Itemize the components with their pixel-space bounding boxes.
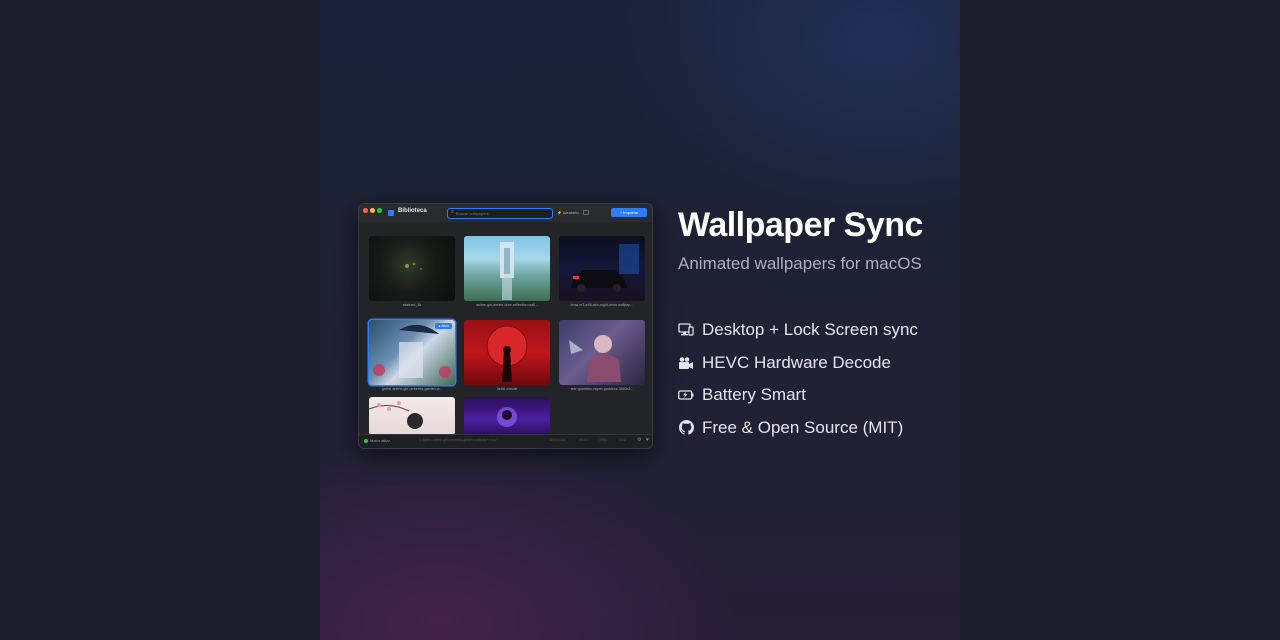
purple-artwork [497, 407, 517, 427]
wallpaper-tile[interactable]: bmw-m3-e46-rain-night-neon-wallpap... [559, 236, 645, 307]
search-input[interactable] [456, 209, 548, 218]
wallpaper-caption: abstract_4k [402, 303, 422, 307]
wallpaper-tile[interactable]: ● Ativo gothic-anime-girl-umbrella-garde… [369, 320, 455, 391]
feature-item: Desktop + Lock Screen sync [678, 314, 918, 347]
wallpaper-thumbnail [464, 397, 550, 435]
umbrella-artwork [373, 324, 451, 378]
library-title: Biblioteca [398, 208, 427, 214]
random-button[interactable]: ⚡ Aleatório [557, 210, 579, 215]
library-icon [388, 210, 394, 216]
battery-icon [678, 387, 694, 403]
feature-label: Battery Smart [702, 385, 806, 405]
feature-list: Desktop + Lock Screen sync HEVC Hardware… [678, 314, 918, 444]
github-icon [678, 420, 694, 436]
fps-readout: 30fps [599, 438, 608, 442]
wallpaper-thumbnail [369, 236, 455, 301]
feature-item: HEVC Hardware Decode [678, 347, 918, 380]
wallpaper-thumbnail [369, 397, 455, 435]
wallpaper-tile[interactable] [369, 397, 455, 435]
duration-readout: 0:12 [619, 438, 626, 442]
sakura-artwork [369, 401, 423, 429]
feature-label: HEVC Hardware Decode [702, 352, 891, 372]
current-file: ↳ gothic-anime-girl-umbrella-garden-wall… [419, 438, 497, 442]
moon-artwork [486, 325, 528, 382]
active-badge: ● Ativo [435, 323, 452, 329]
wallpaper-thumbnail [464, 320, 550, 385]
favorite-heart-icon[interactable]: ♥ [646, 437, 649, 443]
codec-readout: HEVC [579, 438, 589, 442]
wallpaper-thumbnail [559, 320, 645, 385]
door-artwork [500, 242, 514, 300]
resolution-readout: 3840×2160 [549, 438, 567, 442]
app-window: Biblioteca ⌕ ⚡ Aleatório + Importar abst… [358, 203, 653, 449]
wallpaper-thumbnail [559, 236, 645, 301]
xayah-artwork [569, 335, 621, 382]
minimize-window-button[interactable] [370, 208, 375, 213]
feature-label: Desktop + Lock Screen sync [702, 320, 918, 340]
search-icon: ⌕ [451, 209, 454, 215]
wallpaper-caption: anime-girl-dream-door-reflection-wall... [476, 303, 538, 307]
wallpaper-tile[interactable]: star-guardian-xayah-goddess-3840x2... [559, 320, 645, 391]
wallpaper-thumbnail [464, 236, 550, 301]
feature-label: Free & Open Source (MIT) [702, 417, 904, 437]
zoom-window-button[interactable] [377, 208, 382, 213]
wallpaper-thumbnail: ● Ativo [369, 320, 455, 385]
wallpaper-caption: gothic-anime-girl-umbrella-garden-w... [381, 387, 443, 391]
toolbar: Biblioteca ⌕ ⚡ Aleatório + Importar [359, 204, 652, 222]
search-field[interactable]: ⌕ [447, 208, 553, 219]
wallpaper-caption: bmw-m3-e46-rain-night-neon-wallpap... [570, 303, 634, 307]
settings-gear-icon[interactable]: ⚙ [637, 437, 641, 443]
import-button[interactable]: + Importar [611, 208, 647, 217]
engine-status: Motor ativo [370, 438, 390, 443]
wallpaper-tile[interactable]: anime-girl-dream-door-reflection-wall... [464, 236, 550, 307]
close-window-button[interactable] [363, 208, 368, 213]
car-artwork [571, 244, 639, 292]
wallpaper-tile[interactable] [464, 397, 550, 435]
wallpaper-tile[interactable]: abstract_4k [369, 236, 455, 307]
engine-status-indicator [364, 439, 368, 443]
wallpaper-caption: hecki-mecott [496, 387, 518, 391]
wallpaper-tile[interactable]: hecki-mecott [464, 320, 550, 391]
page-subtitle: Animated wallpapers for macOS [678, 254, 922, 273]
wallpaper-caption: star-guardian-xayah-goddess-3840x2... [570, 387, 634, 391]
desktop-monitor-icon [678, 322, 694, 338]
abstract-artwork [405, 262, 423, 271]
video-camera-icon [678, 355, 694, 371]
page-title: Wallpaper Sync [678, 206, 923, 244]
feature-item: Battery Smart [678, 379, 918, 412]
grid-view-icon[interactable] [583, 210, 589, 215]
status-bar: Motor ativo ↳ gothic-anime-girl-umbrella… [359, 434, 652, 448]
feature-item: Free & Open Source (MIT) [678, 412, 918, 445]
hero-banner: Biblioteca ⌕ ⚡ Aleatório + Importar abst… [320, 0, 960, 640]
